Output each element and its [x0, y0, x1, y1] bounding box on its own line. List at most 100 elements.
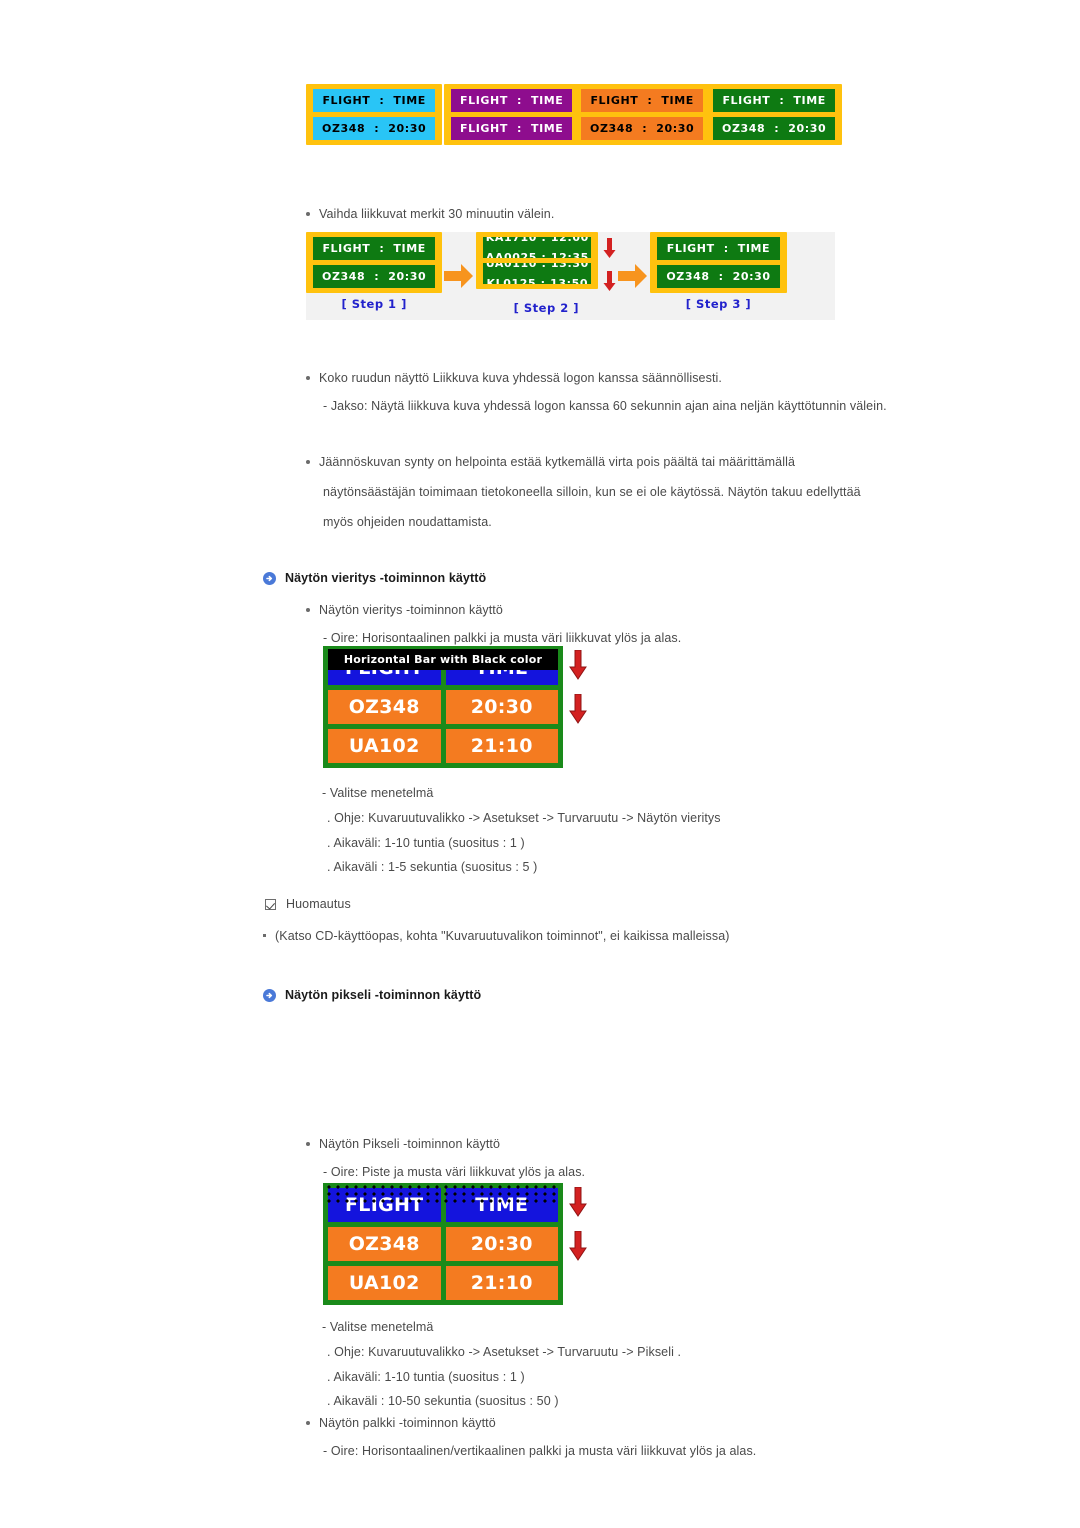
scroll-symptom-text: - Oire: Horisontaalinen palkki ja musta … — [323, 630, 682, 645]
board-frame: FLIGHT: TIME OZ348:20:30 — [574, 84, 711, 145]
bullet-dot — [306, 376, 310, 380]
flight-time: TIME — [393, 242, 426, 255]
flight-time: 20:30 — [388, 122, 427, 135]
flight-board-row: FLIGHT: TIME — [451, 89, 573, 112]
afterimage-line-3: myös ohjeiden noudattamista. — [323, 514, 492, 529]
flight-time: 20:30 — [388, 270, 427, 283]
separator: : — [379, 94, 385, 107]
blue-arrow-circle-icon — [263, 571, 276, 585]
bar-symptom-text: - Oire: Horisontaalinen/vertikaalinen pa… — [323, 1443, 757, 1458]
step-2: KA1710 : 12:00 AA0025 : 12:35 UA0110 : 13:… — [476, 232, 616, 315]
flight-board-row: FLIGHT: TIME — [713, 89, 836, 112]
board-row: UA102 21:10 — [328, 1266, 558, 1300]
bullet-dot — [306, 1421, 310, 1425]
pixel-method-line-1: . Ohje: Kuvaruutuvalikko -> Asetukset ->… — [327, 1344, 682, 1359]
flight-time: TIME — [393, 94, 426, 107]
separator: : — [516, 94, 522, 107]
down-arrow-icon — [569, 649, 587, 685]
pixel-method-title: - Valitse menetelmä — [322, 1320, 434, 1334]
separator: : — [516, 122, 522, 135]
scroll-line-incoming: KL0125 : 13:50 — [486, 277, 589, 284]
board-cell: UA102 — [328, 1266, 441, 1300]
pixel-method-block: - Valitse menetelmä . Ohje: Kuvaruutuval… — [322, 1318, 942, 1411]
change-chars-bullet-text: Vaihda liikkuvat merkit 30 minuutin väle… — [319, 207, 555, 221]
board-cell: OZ348 — [328, 690, 441, 724]
flight-board-row: OZ348:20:30 — [713, 117, 836, 140]
fullscreen-note-sub: - Jakso: Näytä liikkuva kuva yhdessä log… — [323, 398, 887, 413]
scroll-section-body: Näytön vieritys -toiminnon käyttö - Oire… — [306, 601, 926, 648]
notice-line: (Katso CD-käyttöopas, kohta "Kuvaruutuva… — [275, 929, 730, 943]
flight-code: FLIGHT — [666, 242, 715, 255]
board-cell: 20:30 — [445, 1227, 558, 1261]
down-arrow-icon — [569, 1230, 587, 1266]
moving-characters-steps: FLIGHT: TIME OZ348:20:30[ Step 1 ] KA1710 :… — [306, 232, 835, 320]
bullet-dot — [306, 460, 310, 464]
square-bullet — [263, 934, 266, 937]
board-cell: UA102 — [328, 729, 441, 763]
board-frame: KA1710 : 12:00 AA0025 : 12:35 UA0110 : 13:… — [476, 232, 599, 289]
flight-board-row: FLIGHT: TIME — [581, 89, 704, 112]
flight-time: 20:30 — [732, 270, 771, 283]
down-arrow-icon — [569, 693, 587, 729]
flight-code: FLIGHT — [322, 242, 371, 255]
step-3: FLIGHT: TIME OZ348:20:30[ Step 3 ] — [650, 232, 787, 311]
pixel-method-line-3: . Aikaväli : 10-50 sekuntia (suositus : … — [327, 1394, 559, 1409]
down-arrow-group — [603, 232, 616, 297]
flight-board-row: FLIGHT: TIME — [657, 237, 780, 260]
separator: : — [647, 94, 653, 107]
board-frame: FLIGHT: TIME FLIGHT: TIME — [444, 84, 580, 145]
fullscreen-note-bullet: Koko ruudun näyttö Liikkuva kuva yhdessä… — [319, 371, 722, 385]
flight-code: OZ348 — [666, 270, 710, 283]
flight-board-purple: FLIGHT: TIME FLIGHT: TIME — [444, 71, 580, 158]
flight-code: FLIGHT — [590, 94, 639, 107]
separator: : — [779, 94, 785, 107]
flight-board-scroll: Horizontal Bar with Black color FLIGHTTI… — [323, 646, 563, 768]
scroll-method-title: - Valitse menetelmä — [322, 786, 434, 800]
black-bar-overlay: Horizontal Bar with Black color — [328, 649, 558, 670]
scroll-method-lines: . Ohje: Kuvaruutuvalikko -> Asetukset ->… — [322, 809, 942, 877]
separator: : — [642, 122, 648, 135]
flight-time: TIME — [661, 94, 694, 107]
bullet-dot — [306, 608, 310, 612]
separator: : — [374, 270, 380, 283]
afterimage-line-2: näytönsäästäjän toimimaan tietokoneella … — [323, 484, 861, 499]
scroll-method-line-3: . Aikaväli : 1-5 sekuntia (suositus : 5 … — [327, 860, 538, 875]
screen-pixel-illustration: FLIGHT TIME OZ348 20:30 UA102 21:10 — [323, 1183, 587, 1305]
pixel-method-lines: . Ohje: Kuvaruutuvalikko -> Asetukset ->… — [322, 1343, 942, 1411]
flight-code: OZ348 — [722, 122, 766, 135]
flight-board-row: OZ348:20:30 — [313, 265, 436, 288]
board-cell: 20:30 — [445, 690, 558, 724]
separator: : — [774, 122, 780, 135]
flight-board-variants: FLIGHT: TIME OZ348:20:30 FLIGHT: TIME FLIGHT:… — [306, 71, 871, 158]
flight-board-pixel: FLIGHT TIME OZ348 20:30 UA102 21:10 — [323, 1183, 563, 1305]
notice-line-row: (Katso CD-käyttöopas, kohta "Kuvaruutuva… — [263, 927, 963, 946]
step-label: [ Step 3 ] — [685, 297, 752, 311]
separator: : — [379, 242, 385, 255]
flight-board-row: OZ348:20:30 — [581, 117, 704, 140]
board-row: UA102 21:10 — [328, 729, 558, 763]
scroll-method-line-2: . Aikaväli: 1-10 tuntia (suositus : 1 ) — [327, 835, 525, 850]
fullscreen-note: Koko ruudun näyttö Liikkuva kuva yhdessä… — [306, 369, 946, 416]
flight-board-green: FLIGHT: TIME OZ348:20:30 — [706, 71, 843, 158]
change-chars-bullet: Vaihda liikkuvat merkit 30 minuutin väle… — [306, 205, 926, 224]
check-box-icon — [265, 898, 276, 910]
down-arrow-icon — [569, 1186, 587, 1222]
pixel-symptom-text: - Oire: Piste ja musta väri liikkuvat yl… — [323, 1164, 586, 1179]
board-frame: FLIGHT: TIME OZ348:20:30 — [306, 84, 443, 145]
flight-code: FLIGHT — [460, 94, 508, 107]
section-heading-screen-scroll: Näytön vieritys -toiminnon käyttö — [263, 571, 486, 585]
screen-scroll-illustration: Horizontal Bar with Black color FLIGHTTI… — [323, 646, 587, 768]
board-frame: FLIGHT: TIME OZ348:20:30 — [706, 84, 843, 145]
flight-time: TIME — [793, 94, 826, 107]
separator: : — [374, 122, 380, 135]
flight-code: FLIGHT — [322, 94, 371, 107]
notice-row: Huomautus — [265, 895, 351, 914]
bar-section-body: Näytön palkki -toiminnon käyttö - Oire: … — [306, 1414, 966, 1461]
flight-code: FLIGHT — [460, 122, 508, 135]
board-row: OZ348 20:30 — [328, 1227, 558, 1261]
pixel-dot-overlay — [327, 1185, 559, 1204]
board-frame: FLIGHT: TIME OZ348:20:30 — [306, 232, 443, 293]
pixel-bullet-text: Näytön Pikseli -toiminnon käyttö — [319, 1137, 501, 1151]
bullet-dot — [306, 1142, 310, 1146]
board-row: OZ348 20:30 — [328, 690, 558, 724]
